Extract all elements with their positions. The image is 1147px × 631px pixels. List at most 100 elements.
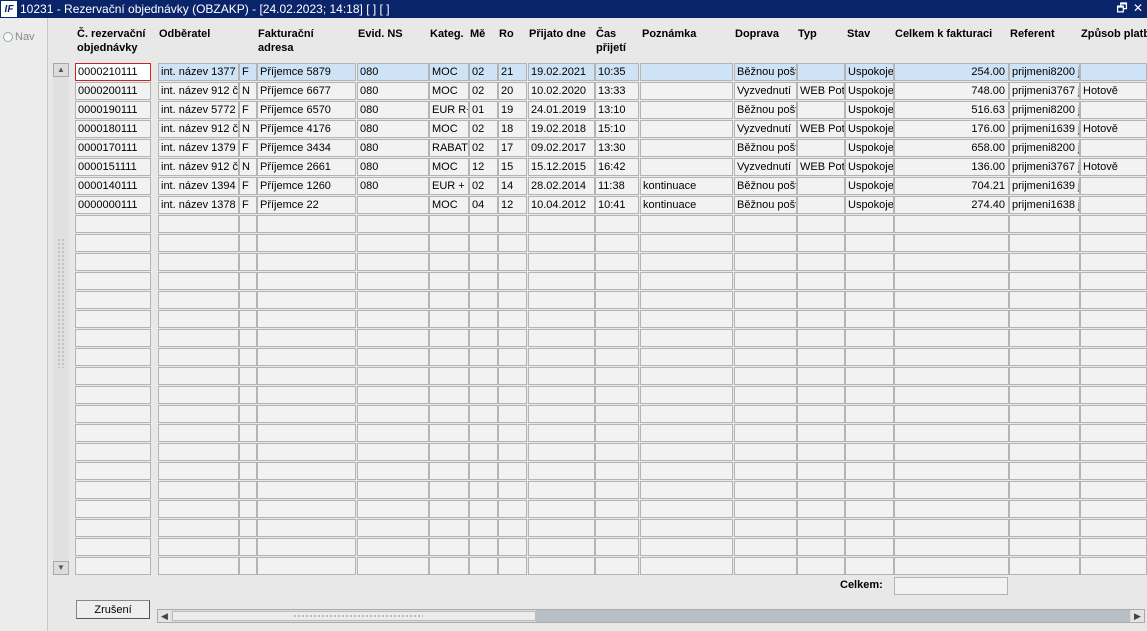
cell-flag[interactable]: F xyxy=(239,196,257,214)
cell-total[interactable] xyxy=(894,329,1009,347)
cell-category[interactable] xyxy=(429,310,469,328)
cell-transport[interactable] xyxy=(734,481,797,499)
cell-evid[interactable] xyxy=(357,196,429,214)
cell-type[interactable] xyxy=(797,557,845,575)
cell-time[interactable] xyxy=(595,253,639,271)
cell-note[interactable] xyxy=(640,253,733,271)
cell-category[interactable] xyxy=(429,424,469,442)
cell-year[interactable]: 19 xyxy=(498,101,527,119)
cell-year[interactable] xyxy=(498,329,527,347)
cell-order[interactable]: 0000200111 xyxy=(75,82,151,100)
cell-type[interactable] xyxy=(797,386,845,404)
empty-table-row[interactable] xyxy=(0,557,1147,575)
cell-year[interactable] xyxy=(498,253,527,271)
cell-date[interactable]: 19.02.2018 xyxy=(528,120,595,138)
cell-category[interactable] xyxy=(429,405,469,423)
cell-address[interactable] xyxy=(257,443,356,461)
cell-transport[interactable] xyxy=(734,405,797,423)
cell-time[interactable] xyxy=(595,481,639,499)
cell-customer[interactable]: int. název 1378 xyxy=(158,196,239,214)
cell-note[interactable] xyxy=(640,367,733,385)
cell-status[interactable] xyxy=(845,443,894,461)
cell-status[interactable] xyxy=(845,234,894,252)
cell-type[interactable] xyxy=(797,405,845,423)
cell-transport[interactable] xyxy=(734,215,797,233)
cell-date[interactable]: 10.02.2020 xyxy=(528,82,595,100)
cell-category[interactable] xyxy=(429,557,469,575)
cell-month[interactable] xyxy=(469,234,498,252)
cell-address[interactable]: Příjemce 1260 xyxy=(257,177,356,195)
column-header-note[interactable]: Poznámka xyxy=(642,27,747,41)
table-row[interactable]: 0000210111 int. název 1377 F Příjemce 5879 0… xyxy=(0,63,1147,81)
cell-month[interactable] xyxy=(469,557,498,575)
cell-evid[interactable] xyxy=(357,462,429,480)
cell-transport[interactable]: Běžnou pošt xyxy=(734,101,797,119)
cell-category[interactable]: MOC xyxy=(429,158,469,176)
cell-referent[interactable] xyxy=(1009,462,1080,480)
cell-total[interactable] xyxy=(894,443,1009,461)
cell-total[interactable] xyxy=(894,272,1009,290)
cell-flag[interactable] xyxy=(239,462,257,480)
cell-flag[interactable] xyxy=(239,329,257,347)
cell-category[interactable] xyxy=(429,272,469,290)
cell-note[interactable] xyxy=(640,538,733,556)
cell-payment[interactable] xyxy=(1080,291,1147,309)
cell-date[interactable]: 09.02.2017 xyxy=(528,139,595,157)
cell-referent[interactable]: prijmeni1639 j xyxy=(1009,120,1080,138)
cell-note[interactable] xyxy=(640,443,733,461)
cell-month[interactable] xyxy=(469,538,498,556)
cell-time[interactable] xyxy=(595,386,639,404)
cell-type[interactable] xyxy=(797,538,845,556)
cell-address[interactable] xyxy=(257,462,356,480)
cell-note[interactable] xyxy=(640,519,733,537)
empty-table-row[interactable] xyxy=(0,500,1147,518)
empty-table-row[interactable] xyxy=(0,538,1147,556)
cell-time[interactable]: 13:33 xyxy=(595,82,639,100)
cell-address[interactable]: Příjemce 3434 xyxy=(257,139,356,157)
cell-customer[interactable] xyxy=(158,367,239,385)
cell-total[interactable]: 274.40 xyxy=(894,196,1009,214)
cell-category[interactable] xyxy=(429,367,469,385)
cell-note[interactable] xyxy=(640,272,733,290)
cell-category[interactable] xyxy=(429,215,469,233)
cell-status[interactable]: Uspokojen xyxy=(845,177,894,195)
empty-table-row[interactable] xyxy=(0,462,1147,480)
cell-date[interactable] xyxy=(528,234,595,252)
cell-flag[interactable] xyxy=(239,519,257,537)
empty-table-row[interactable] xyxy=(0,291,1147,309)
cell-type[interactable]: WEB Potv xyxy=(797,158,845,176)
cell-transport[interactable] xyxy=(734,234,797,252)
cell-time[interactable] xyxy=(595,348,639,366)
cell-type[interactable] xyxy=(797,215,845,233)
cell-status[interactable] xyxy=(845,310,894,328)
cell-date[interactable] xyxy=(528,462,595,480)
cell-evid[interactable] xyxy=(357,272,429,290)
cell-date[interactable]: 28.02.2014 xyxy=(528,177,595,195)
cell-year[interactable]: 17 xyxy=(498,139,527,157)
cell-payment[interactable] xyxy=(1080,63,1147,81)
cell-month[interactable] xyxy=(469,500,498,518)
cell-flag[interactable] xyxy=(239,367,257,385)
cell-payment[interactable]: Hotově xyxy=(1080,82,1147,100)
cell-order[interactable]: 0000210111 xyxy=(75,63,151,81)
cell-order[interactable] xyxy=(75,519,151,537)
cell-address[interactable] xyxy=(257,253,356,271)
cell-time[interactable] xyxy=(595,500,639,518)
cell-type[interactable] xyxy=(797,234,845,252)
cell-type[interactable] xyxy=(797,177,845,195)
cell-transport[interactable]: Běžnou pošt xyxy=(734,63,797,81)
cell-payment[interactable]: Hotově xyxy=(1080,120,1147,138)
cell-date[interactable] xyxy=(528,291,595,309)
cell-address[interactable] xyxy=(257,424,356,442)
cell-year[interactable] xyxy=(498,367,527,385)
cell-type[interactable] xyxy=(797,139,845,157)
cell-referent[interactable]: prijmeni8200 j xyxy=(1009,63,1080,81)
cell-customer[interactable] xyxy=(158,557,239,575)
cell-month[interactable] xyxy=(469,481,498,499)
cell-transport[interactable] xyxy=(734,424,797,442)
cell-flag[interactable] xyxy=(239,443,257,461)
cell-category[interactable] xyxy=(429,443,469,461)
cell-note[interactable] xyxy=(640,329,733,347)
cell-note[interactable] xyxy=(640,386,733,404)
cell-time[interactable]: 13:10 xyxy=(595,101,639,119)
